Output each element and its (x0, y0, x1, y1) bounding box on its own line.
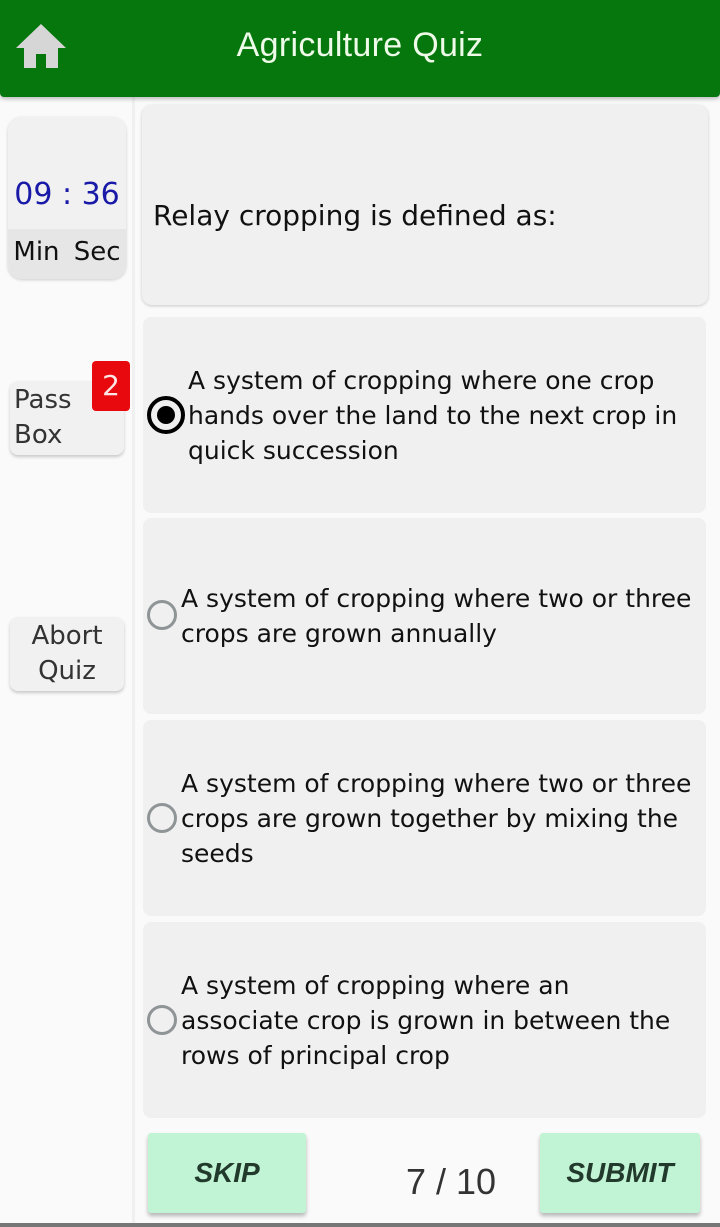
timer-units: Min Sec (8, 229, 126, 279)
timer-card: 09 : 36 Min Sec (8, 117, 126, 279)
option-text: A system of cropping where two or three … (181, 768, 692, 868)
question-text: Relay cropping is defined as: (153, 199, 557, 232)
option-4[interactable]: A system of cropping where an associate … (143, 922, 706, 1118)
bottom-divider (0, 1223, 720, 1227)
app-title: Agriculture Quiz (236, 26, 484, 64)
option-text: A system of cropping where two or three … (181, 584, 692, 648)
option-text: A system of cropping where one crop hand… (188, 365, 678, 465)
option-1[interactable]: A system of cropping where one crop hand… (143, 317, 706, 513)
timer-value: 09 : 36 (14, 177, 120, 212)
pass-box-button[interactable]: Pass Box 2 (10, 361, 130, 455)
option-3[interactable]: A system of cropping where two or three … (143, 720, 706, 916)
radio-unchecked-icon[interactable] (147, 803, 177, 833)
radio-checked-icon[interactable] (147, 396, 185, 434)
radio-unchecked-icon[interactable] (147, 1005, 177, 1035)
pass-count-badge: 2 (92, 361, 130, 411)
app-bar: Agriculture Quiz (0, 0, 720, 97)
radio-unchecked-icon[interactable] (147, 600, 177, 630)
option-2[interactable]: A system of cropping where two or three … (143, 518, 706, 714)
question-progress: 7 / 10 (405, 1161, 497, 1202)
option-text: A system of cropping where an associate … (181, 970, 671, 1070)
question-card: Relay cropping is defined as: (142, 105, 708, 305)
skip-button[interactable]: SKIP (148, 1133, 306, 1213)
submit-button[interactable]: SUBMIT (540, 1133, 700, 1213)
abort-quiz-button[interactable]: Abort Quiz (10, 617, 124, 691)
quiz-main: Relay cropping is defined as: A system o… (141, 97, 720, 1227)
sidebar: 09 : 36 Min Sec Pass Box 2 Abort Quiz (0, 97, 135, 1227)
pass-box-label: Pass Box (14, 385, 72, 450)
